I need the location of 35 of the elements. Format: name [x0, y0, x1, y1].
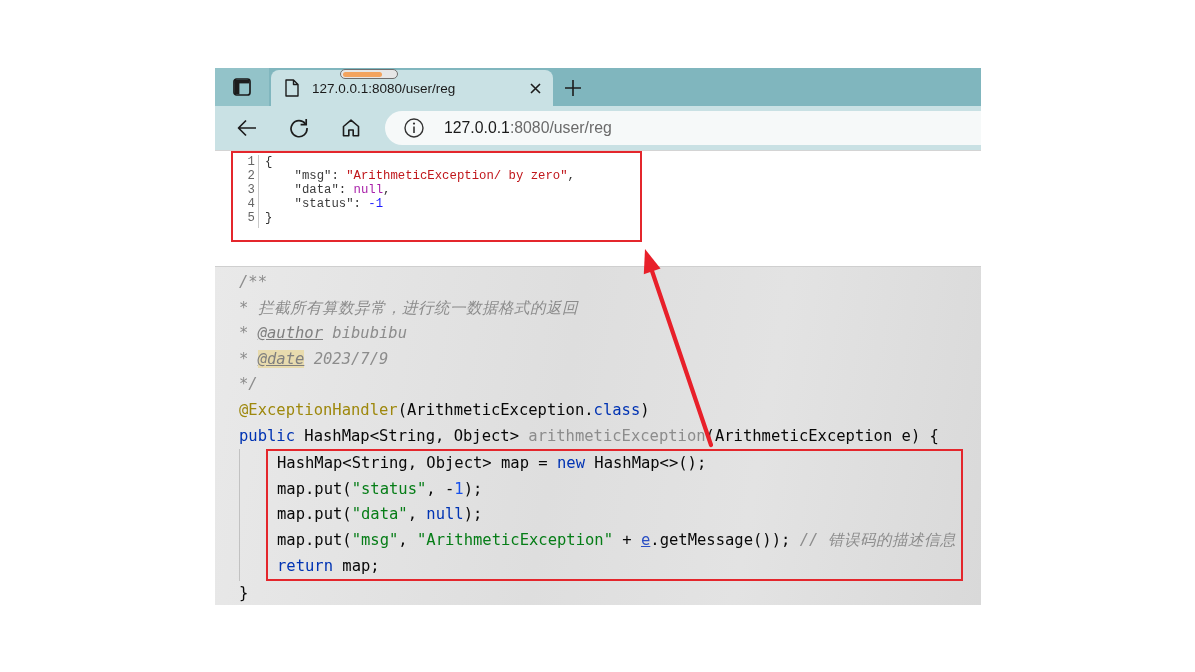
code-line: map.put("data", null);: [277, 504, 483, 526]
document-icon: [285, 79, 299, 97]
code-line: map.put("msg", "ArithmeticException" + e.getMessage()); // 错误码的描述信息: [277, 529, 956, 551]
line-number: 2: [246, 169, 255, 183]
reload-icon: [289, 118, 309, 138]
close-icon: [529, 82, 541, 94]
home-icon: [342, 119, 360, 137]
sidebar-toggle-button[interactable]: [215, 68, 269, 106]
code-line: }: [265, 211, 273, 225]
address-field[interactable]: 127.0.0.1:8080/user/reg: [385, 111, 981, 145]
code-line: */: [239, 374, 258, 396]
code-line: return map;: [277, 555, 380, 577]
code-line: * 拦截所有算数异常，进行统一数据格式的返回: [239, 297, 578, 319]
code-line: * @date 2023/7/9: [239, 348, 389, 370]
browser-tab[interactable]: 127.0.0.1:8080/user/reg: [271, 70, 553, 106]
info-icon: [404, 118, 424, 138]
code-line: "status": -1: [293, 197, 384, 211]
url-text: 127.0.0.1:8080/user/reg: [444, 119, 612, 137]
sidebar-icon: [233, 78, 251, 96]
line-number: 5: [246, 211, 255, 225]
code-line: map.put("status", -1);: [277, 478, 483, 500]
code-line: /**: [239, 272, 267, 293]
code-line: "msg": "ArithmeticException/ by zero",: [293, 169, 575, 183]
code-line: "data": null,: [293, 183, 391, 197]
code-line: HashMap<String, Object> map = new HashMap<>();: [277, 453, 707, 475]
code-line: }: [239, 583, 249, 605]
code-line: * @author bibubibu: [239, 323, 407, 345]
line-number: 1: [246, 155, 255, 169]
code-line: @ExceptionHandler(ArithmeticException.class): [239, 399, 650, 421]
code-line: {: [265, 155, 273, 169]
code-line: public HashMap<String, Object> arithmeticException(ArithmeticException e) {: [239, 425, 939, 447]
plus-icon: [565, 80, 581, 96]
line-number: 3: [246, 183, 255, 197]
back-arrow-icon: [237, 119, 257, 137]
line-number: 4: [246, 197, 255, 211]
